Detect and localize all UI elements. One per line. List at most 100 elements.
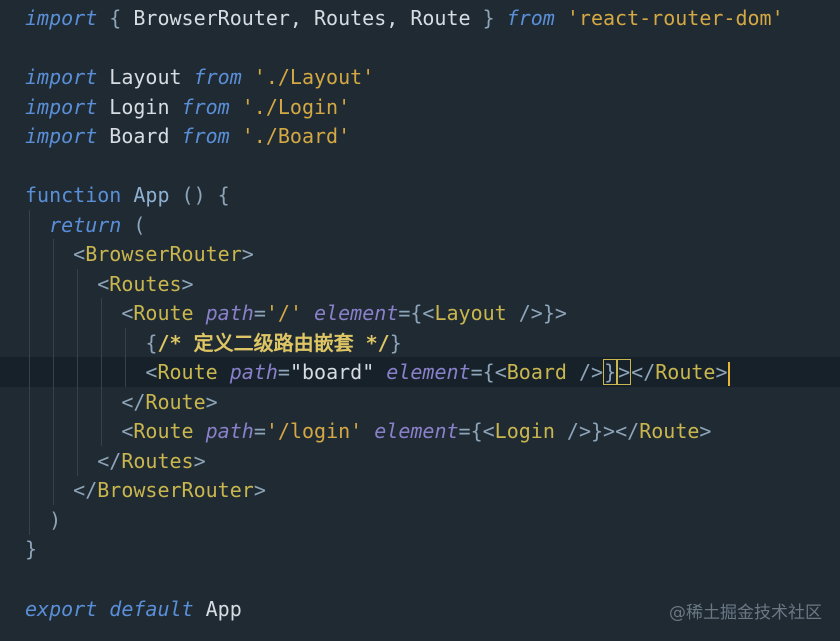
inner-tag-open: < [422, 301, 435, 325]
indent-guide [53, 298, 54, 328]
keyword-default: default [109, 597, 194, 621]
indent-guide [29, 505, 30, 535]
code-line-19[interactable]: } [0, 534, 840, 564]
code-line-12[interactable]: {/* 定义二级路由嵌套 */} [0, 328, 840, 358]
equals-brace: ={ [398, 301, 423, 325]
indent-guide [53, 387, 54, 417]
keyword-import: import [25, 124, 98, 148]
code-line-4[interactable]: import Login from './Login' [0, 92, 840, 122]
tag-open: </ [97, 449, 122, 473]
tag-route: Route [133, 301, 194, 325]
indent-guide [29, 328, 30, 358]
indent-guide [53, 269, 54, 299]
code-line-7[interactable]: function App () { [0, 180, 840, 210]
indent-guide [77, 387, 78, 417]
code-line-11[interactable]: <Route path='/' element={<Layout />}> [0, 298, 840, 328]
code-line-5[interactable]: import Board from './Board' [0, 121, 840, 151]
indent-guide [53, 416, 54, 446]
closing-tag-route: Route [639, 419, 700, 443]
import-names: BrowserRouter, Routes, Route [133, 6, 471, 30]
code-line-8[interactable]: return ( [0, 210, 840, 240]
brace-close: } [389, 331, 402, 355]
inner-tag-open: < [494, 360, 507, 384]
attr-element: element [386, 360, 471, 384]
code-line-18[interactable]: ) [0, 505, 840, 535]
keyword-return: return [49, 213, 122, 237]
code-line-15[interactable]: <Route path='/login' element={<Login />}… [0, 416, 840, 446]
indent-guide [53, 239, 54, 269]
text-caret [727, 361, 730, 386]
code-editor[interactable]: import { BrowserRouter, Routes, Route } … [0, 0, 840, 641]
module-string: './Login' [229, 95, 351, 119]
tag-open: </ [121, 390, 146, 414]
tag-browserrouter: BrowserRouter [97, 478, 254, 502]
inner-tag-close: /> [554, 419, 592, 443]
brace-gt: }> [542, 301, 567, 325]
inner-tag-close: /> [566, 360, 604, 384]
code-line-17[interactable]: </BrowserRouter> [0, 475, 840, 505]
attr-element: element [314, 301, 399, 325]
function-name: App [121, 183, 182, 207]
tag-route: Route [157, 360, 218, 384]
indent-guide [77, 298, 78, 328]
indent-guide [77, 446, 78, 476]
attr-path: path [229, 360, 278, 384]
tag-open: < [145, 360, 158, 384]
tag-open: </ [73, 478, 98, 502]
equals-brace: ={ [470, 360, 495, 384]
indent-guide [29, 239, 30, 269]
inner-tag-open: < [482, 419, 495, 443]
indent-guide [29, 210, 30, 240]
tag-login: Login [494, 419, 555, 443]
code-line-9[interactable]: <BrowserRouter> [0, 239, 840, 269]
module-string: './Board' [229, 124, 351, 148]
watermark-text: @稀土掘金技术社区 [669, 603, 822, 623]
code-comment: /* 定义二级路由嵌套 */ [157, 331, 390, 355]
equals: = [253, 301, 266, 325]
indent-guide [101, 416, 102, 446]
indent-guide [77, 416, 78, 446]
keyword-from: from [181, 124, 230, 148]
export-name: App [193, 597, 242, 621]
tag-routes: Routes [121, 449, 194, 473]
code-line-16[interactable]: </Routes> [0, 446, 840, 476]
tag-board: Board [506, 360, 567, 384]
import-name: Layout [97, 65, 194, 89]
attr-element: element [374, 419, 459, 443]
path-value: '/' [265, 301, 302, 325]
keyword-from: from [193, 65, 242, 89]
tag-open: < [97, 272, 110, 296]
indent-guide [53, 328, 54, 358]
paren-open: ( [121, 213, 146, 237]
parens: () { [181, 183, 230, 207]
tag-open: < [121, 419, 134, 443]
indent-guide [101, 328, 102, 358]
brace-open: { [145, 331, 158, 355]
matched-gt: > [617, 359, 632, 385]
indent-guide [29, 387, 30, 417]
tag-close: > [193, 449, 206, 473]
paren-close: ) [49, 508, 62, 532]
code-line-1[interactable]: import { BrowserRouter, Routes, Route } … [0, 3, 840, 33]
brace-close: } [470, 6, 507, 30]
closing-tag-route: Route [655, 360, 716, 384]
indent-guide [29, 269, 30, 299]
inner-tag-close: /> [506, 301, 543, 325]
indent-guide [53, 446, 54, 476]
closing-tag-open: </ [631, 360, 656, 384]
code-line-14[interactable]: </Route> [0, 387, 840, 417]
module-string: 'react-router-dom' [566, 6, 784, 30]
code-line-10[interactable]: <Routes> [0, 269, 840, 299]
code-line-13-active[interactable]: <Route path="board" element={<Board />} >… [0, 357, 840, 387]
path-value: "board" [289, 360, 375, 384]
indent-guide [125, 357, 126, 387]
attr-path: path [205, 301, 254, 325]
code-line-3[interactable]: import Layout from './Layout' [0, 62, 840, 92]
